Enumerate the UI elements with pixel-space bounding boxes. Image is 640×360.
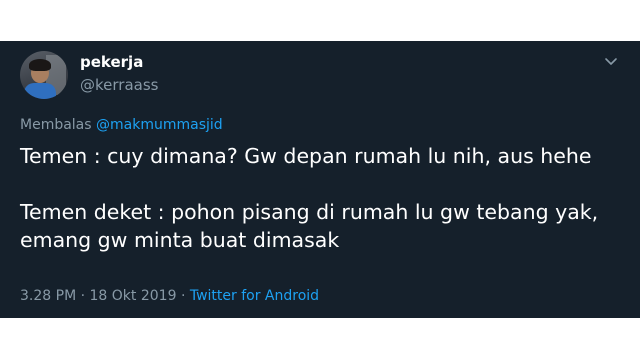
meta-separator: · bbox=[180, 288, 186, 304]
chevron-down-icon[interactable] bbox=[604, 57, 618, 67]
avatar-hair bbox=[29, 59, 51, 71]
tweet-paragraph: Temen deket : pohon pisang di rumah lu g… bbox=[20, 200, 599, 252]
tweet-time[interactable]: 3.28 PM bbox=[20, 288, 76, 304]
tweet-paragraph: Temen : cuy dimana? Gw depan rumah lu ni… bbox=[20, 144, 592, 168]
tweet-source-link[interactable]: Twitter for Android bbox=[190, 288, 319, 304]
user-handle[interactable]: @kerraass bbox=[80, 76, 158, 94]
tweet-card: pekerja @kerraass Membalas @makmummasjid… bbox=[0, 41, 640, 318]
tweet-text: Temen : cuy dimana? Gw depan rumah lu ni… bbox=[20, 142, 620, 254]
reply-mention-link[interactable]: @makmummasjid bbox=[96, 117, 223, 133]
avatar-shirt bbox=[24, 83, 56, 99]
tweet-date[interactable]: 18 Okt 2019 bbox=[90, 288, 177, 304]
reply-prefix: Membalas bbox=[20, 117, 92, 133]
tweet-metadata: 3.28 PM · 18 Okt 2019 · Twitter for Andr… bbox=[20, 288, 319, 304]
avatar[interactable] bbox=[20, 51, 68, 99]
display-name[interactable]: pekerja bbox=[80, 53, 143, 71]
meta-separator: · bbox=[80, 288, 86, 304]
reply-context: Membalas @makmummasjid bbox=[20, 117, 223, 133]
